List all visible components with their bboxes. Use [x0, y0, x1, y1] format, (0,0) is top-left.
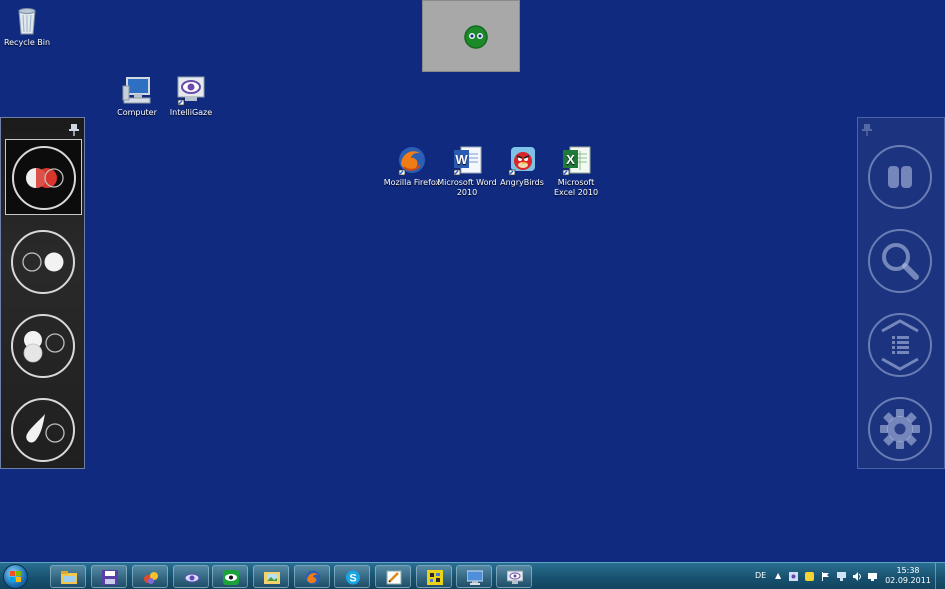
excel-icon: X — [560, 144, 592, 176]
svg-text:W: W — [455, 152, 468, 167]
intelligaze-icon — [184, 573, 200, 583]
games-icon — [144, 572, 158, 584]
display-tray-icon[interactable] — [868, 572, 877, 581]
word-icon: W — [451, 144, 483, 176]
pause-icon — [888, 166, 912, 188]
firefox-icon — [396, 144, 428, 176]
desktop-icon-intelligaze[interactable]: IntelliGaze — [161, 74, 221, 118]
volume-tray-icon[interactable] — [853, 572, 862, 581]
pin-icon[interactable] — [69, 121, 79, 136]
angry-birds-icon — [506, 144, 538, 176]
eye-tracker-status-icon — [464, 25, 488, 49]
right-click-mode-button[interactable] — [5, 392, 82, 468]
folder-image-icon — [264, 572, 280, 584]
taskbar-intelligaze-button[interactable] — [173, 565, 209, 588]
pause-button[interactable] — [868, 145, 932, 209]
double-click-icon — [11, 230, 75, 294]
notes-tray-icon[interactable] — [805, 572, 814, 581]
taskbar-eye-tracker-button[interactable] — [212, 565, 248, 588]
drag-mode-button[interactable] — [5, 308, 82, 384]
eye-tracker-icon — [223, 570, 239, 585]
explorer-icon — [61, 571, 77, 584]
desktop-icon-recycle-bin[interactable]: Recycle Bin — [0, 4, 57, 48]
desktop-icon-label: Mozilla Firefox — [383, 178, 441, 187]
desktop-icon-excel[interactable]: X Microsoft Excel 2010 — [546, 144, 606, 198]
desktop-icon-angry-birds[interactable]: AngryBirds — [492, 144, 552, 188]
taskbar-explorer-button[interactable] — [50, 565, 86, 588]
desktop-icon-label: Microsoft Excel 2010 — [553, 178, 599, 197]
show-desktop-button[interactable] — [935, 563, 945, 589]
editor-icon — [386, 570, 402, 585]
settings-button[interactable] — [868, 397, 932, 461]
firefox-icon — [306, 570, 320, 585]
language-indicator[interactable]: DE — [755, 571, 766, 580]
start-button[interactable] — [3, 564, 28, 589]
gaze-tools-panel — [857, 117, 945, 469]
left-click-icon — [12, 146, 76, 210]
magnifier-icon — [882, 243, 919, 280]
desktop-icon-label: Microsoft Word 2010 — [437, 178, 497, 197]
intelligaze-icon — [175, 74, 207, 106]
taskbar-save-button[interactable] — [91, 565, 127, 588]
double-click-mode-button[interactable] — [5, 224, 82, 300]
taskbar-skype-button[interactable]: S — [334, 565, 370, 588]
scroll-icon — [881, 319, 919, 371]
desktop-icon-label: Computer — [117, 108, 157, 117]
taskbar-monitor-button[interactable] — [496, 565, 532, 588]
desktop-icon-computer[interactable]: Computer — [107, 74, 167, 118]
taskbar-firefox-button[interactable] — [294, 565, 330, 588]
drag-icon — [11, 314, 75, 378]
desktop-icon-label: IntelliGaze — [169, 108, 213, 117]
windows-logo-icon — [10, 571, 21, 582]
gaze-click-panel — [0, 117, 85, 469]
taskbar-puzzle-button[interactable] — [416, 565, 452, 588]
clock-time: 15:38 — [896, 566, 920, 575]
clock[interactable]: 15:38 02.09.2011 — [885, 566, 931, 586]
desktop-icon-label: AngryBirds — [500, 178, 544, 187]
skype-icon: S — [346, 570, 360, 585]
eye-tracker-preview — [422, 0, 520, 72]
pin-icon[interactable] — [862, 121, 872, 136]
system-tray: DE ▲ 15:38 02.09.2011 — [750, 563, 945, 589]
gear-icon — [880, 409, 920, 449]
taskbar-games-button[interactable] — [132, 565, 168, 588]
puzzle-icon — [427, 570, 443, 585]
monitor-icon — [507, 570, 523, 584]
svg-text:X: X — [566, 152, 575, 167]
show-hidden-icons-icon[interactable]: ▲ — [775, 571, 781, 580]
taskbar-folder-image-button[interactable] — [253, 565, 289, 588]
right-click-icon — [11, 398, 75, 462]
left-click-mode-button[interactable] — [5, 139, 82, 215]
network-tray-icon[interactable] — [837, 572, 846, 581]
taskbar-editor-button[interactable] — [375, 565, 411, 588]
desktop: { "desktop": { "background_color": "#0f2… — [0, 0, 945, 589]
desktop-icon-firefox[interactable]: Mozilla Firefox — [382, 144, 442, 188]
action-center-flag-icon[interactable] — [821, 572, 830, 581]
save-icon — [102, 570, 118, 585]
taskbar-remote-desktop-button[interactable] — [456, 565, 492, 588]
svg-text:S: S — [349, 573, 356, 585]
magnify-button[interactable] — [868, 229, 932, 293]
computer-icon — [121, 74, 153, 106]
clock-date: 02.09.2011 — [885, 576, 931, 585]
recycle-bin-icon — [11, 4, 43, 36]
desktop-icon-label: Recycle Bin — [3, 38, 51, 47]
desktop-icon-word[interactable]: W Microsoft Word 2010 — [437, 144, 497, 198]
intelligaze-tray-icon[interactable] — [789, 572, 798, 581]
scroll-button[interactable] — [868, 313, 932, 377]
remote-desktop-icon — [467, 570, 483, 585]
taskbar: S DE ▲ 15:38 02.09.2011 — [0, 562, 945, 589]
